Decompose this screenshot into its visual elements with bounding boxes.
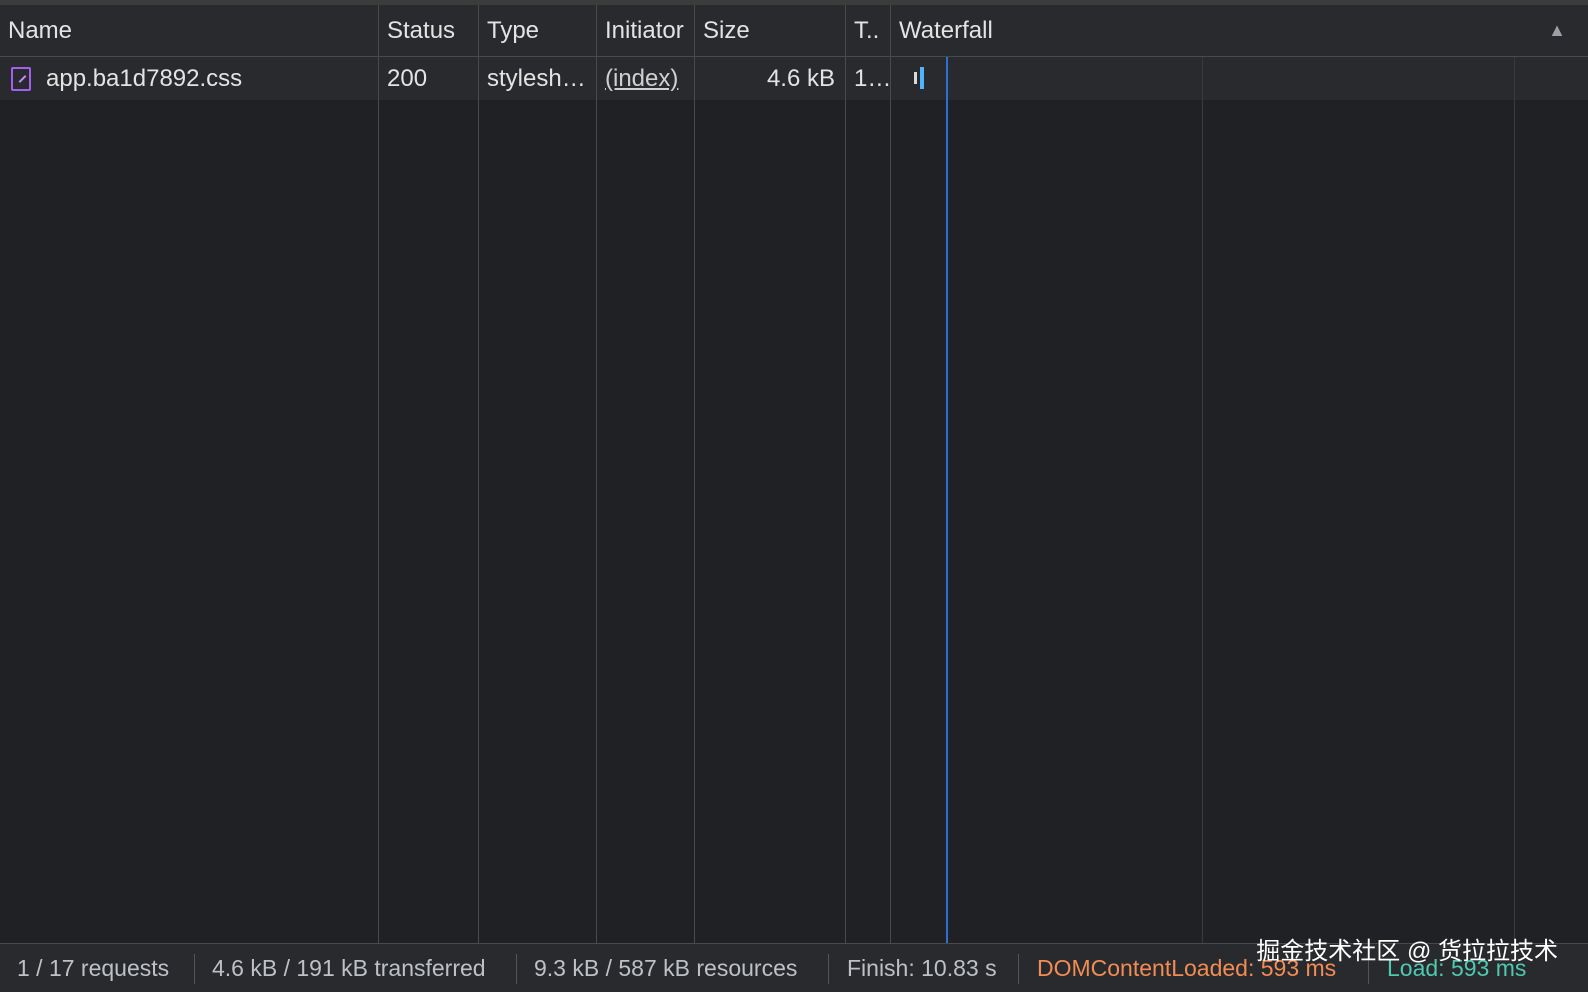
status-divider (1018, 954, 1019, 984)
watermark: 掘金技术社区 @ 货拉拉技术 (1256, 938, 1558, 965)
column-header-status[interactable]: Status (379, 5, 478, 56)
waterfall-download-bar[interactable] (920, 67, 924, 89)
request-name-cell[interactable]: app.ba1d7892.css (0, 57, 378, 100)
request-name: app.ba1d7892.css (46, 65, 243, 92)
waterfall-gridline (1202, 57, 1203, 943)
status-divider (194, 954, 195, 984)
column-divider[interactable] (478, 5, 479, 943)
request-type: stylesh… (487, 65, 586, 92)
request-initiator-link[interactable]: (index) (597, 57, 694, 100)
waterfall-waiting-bar[interactable] (914, 72, 917, 84)
column-divider[interactable] (890, 5, 891, 943)
column-divider[interactable] (845, 5, 846, 943)
table-header: Name Status Type Initiator Size T.. Wate… (0, 5, 1588, 57)
request-status: 200 (387, 65, 428, 92)
stylesheet-file-icon (11, 67, 31, 91)
column-divider[interactable] (596, 5, 597, 943)
column-divider[interactable] (694, 5, 695, 943)
requests-count: 1 / 17 requests (17, 955, 170, 981)
column-header-initiator[interactable]: Initiator (597, 5, 694, 56)
sort-ascending-icon[interactable]: ▲ (1548, 5, 1566, 56)
column-divider[interactable] (378, 5, 379, 943)
column-header-time[interactable]: T.. (846, 5, 890, 56)
waterfall-gridline (1514, 57, 1515, 943)
network-panel: Name Status Type Initiator Size T.. Wate… (0, 0, 1588, 992)
column-header-waterfall[interactable]: Waterfall (891, 5, 1491, 56)
column-header-size[interactable]: Size (695, 5, 845, 56)
transferred-size: 4.6 kB / 191 kB transferred (212, 955, 486, 981)
finish-time: Finish: 10.83 s (847, 955, 997, 981)
resources-size: 9.3 kB / 587 kB resources (534, 955, 798, 981)
dom-content-loaded-marker (946, 57, 948, 943)
status-divider (828, 954, 829, 984)
status-divider (516, 954, 517, 984)
column-header-name[interactable]: Name (0, 5, 378, 56)
column-header-type[interactable]: Type (479, 5, 596, 56)
request-time: 1… (854, 65, 890, 92)
request-size: 4.6 kB (766, 65, 835, 92)
table-row[interactable]: app.ba1d7892.css 200 stylesh… (index) 4.… (0, 57, 1588, 100)
